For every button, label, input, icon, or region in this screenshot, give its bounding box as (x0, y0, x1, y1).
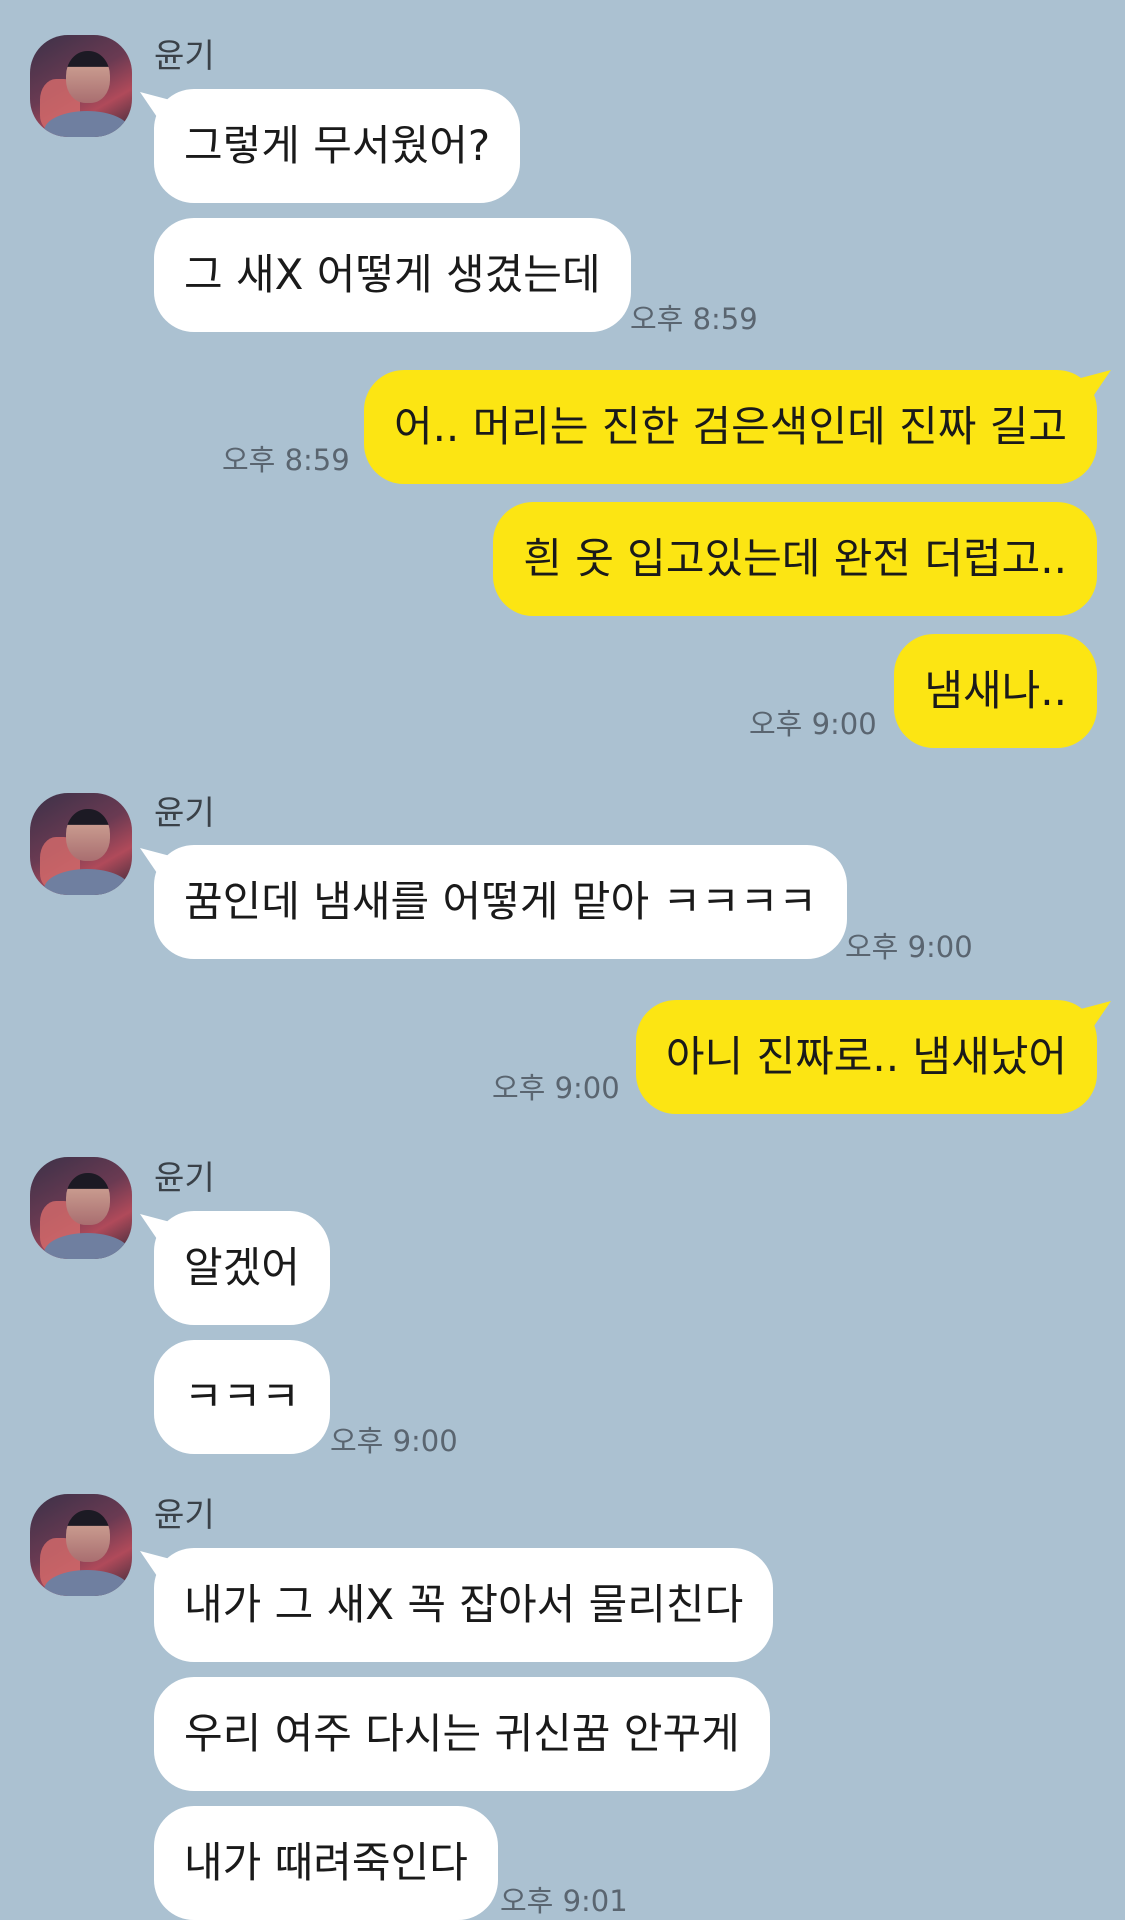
incoming-message[interactable]: 내가 때려죽인다 (154, 1806, 498, 1920)
contact-avatar[interactable] (30, 793, 132, 895)
incoming-message[interactable]: 꿈인데 냄새를 어떻게 맡아 ㅋㅋㅋㅋ (154, 845, 848, 959)
outgoing-message[interactable]: 냄새나.. (894, 634, 1097, 748)
message-timestamp: 오후 8:59 (222, 443, 350, 477)
contact-name: 윤기 (154, 793, 215, 832)
incoming-message[interactable]: 그 새X 어떻게 생겼는데 (154, 218, 631, 332)
incoming-message[interactable]: 알겠어 (154, 1211, 330, 1325)
incoming-message[interactable]: ㅋㅋㅋ (154, 1340, 330, 1454)
contact-name: 윤기 (154, 1495, 215, 1534)
outgoing-message[interactable]: 흰 옷 입고있는데 완전 더럽고.. (493, 502, 1097, 616)
incoming-message[interactable]: 내가 그 새X 꼭 잡아서 물리친다 (154, 1548, 774, 1662)
contact-avatar[interactable] (30, 1494, 132, 1596)
incoming-message[interactable]: 우리 여주 다시는 귀신꿈 안꾸게 (154, 1677, 770, 1791)
message-timestamp: 오후 9:00 (845, 930, 973, 964)
outgoing-message[interactable]: 아니 진짜로.. 냄새났어 (635, 1000, 1097, 1114)
incoming-message[interactable]: 그렇게 무서웠어? (154, 89, 521, 203)
contact-avatar[interactable] (30, 1157, 132, 1259)
contact-avatar[interactable] (30, 35, 132, 137)
outgoing-message[interactable]: 어.. 머리는 진한 검은색인데 진짜 길고 (363, 370, 1097, 484)
message-timestamp: 오후 9:00 (492, 1071, 620, 1105)
message-timestamp: 오후 8:59 (630, 302, 758, 336)
message-timestamp: 오후 9:00 (749, 707, 877, 741)
contact-name: 윤기 (154, 36, 215, 75)
message-timestamp: 오후 9:00 (330, 1424, 458, 1458)
contact-name: 윤기 (154, 1158, 215, 1197)
